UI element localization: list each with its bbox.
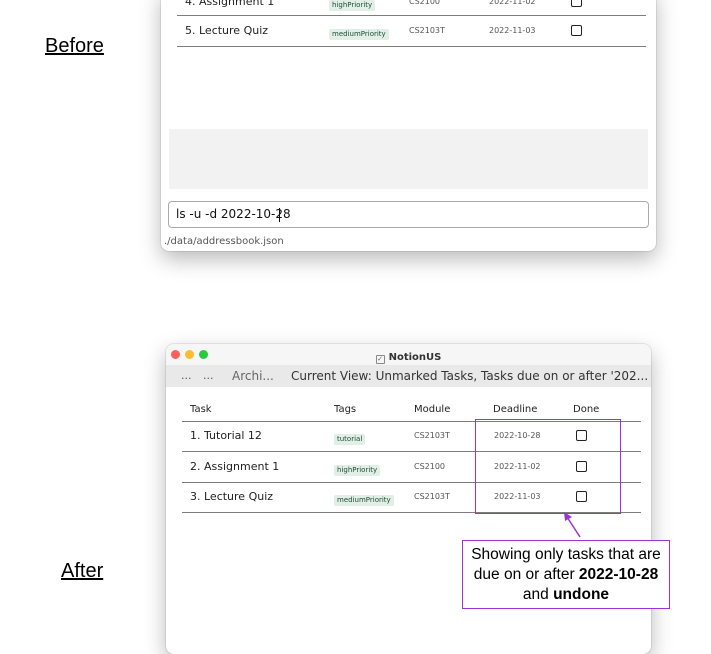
- done-checkbox[interactable]: [571, 0, 582, 7]
- table-row[interactable]: 5. Lecture Quiz mediumPriority CS2103T 2…: [177, 16, 646, 47]
- annotation-status: undone: [553, 586, 610, 603]
- tag-badge: tutorial: [334, 434, 366, 445]
- header-tags: Tags: [334, 404, 357, 415]
- module-code: CS2103T: [414, 492, 450, 501]
- menu-item-archive[interactable]: Archi...: [232, 365, 274, 387]
- menu-item-2[interactable]: ...: [203, 365, 214, 387]
- module-code: CS2103T: [414, 431, 450, 440]
- tag-cell: mediumPriority: [329, 25, 389, 40]
- current-view-label: Current View: Unmarked Tasks, Tasks due …: [291, 369, 649, 383]
- annotation-date: 2022-10-28: [578, 566, 659, 583]
- highlight-box: [475, 419, 621, 514]
- deadline-date: 2022-11-02: [489, 0, 536, 6]
- tag-badge: highPriority: [329, 0, 376, 11]
- task-name: 2. Assignment 1: [190, 460, 280, 473]
- module-code: CS2100: [414, 462, 446, 471]
- tag-badge: highPriority: [334, 465, 381, 476]
- tag-cell: mediumPriority: [334, 491, 394, 506]
- tag-cell: highPriority: [334, 461, 381, 476]
- done-cell: [571, 0, 582, 7]
- done-checkbox[interactable]: [571, 25, 582, 36]
- header-deadline: Deadline: [493, 404, 538, 415]
- annotation-text: and: [522, 586, 554, 603]
- header-module: Module: [414, 404, 451, 415]
- tag-cell: highPriority: [329, 0, 376, 11]
- header-task: Task: [190, 404, 212, 415]
- menu-bar: ... ... Archi... Current View: Unmarked …: [166, 365, 651, 387]
- command-input[interactable]: ls -u -d 2022-10-28: [168, 201, 649, 228]
- task-name: 4. Assignment 1: [185, 0, 275, 8]
- task-name: 1. Tutorial 12: [190, 429, 262, 442]
- tag-cell: tutorial: [334, 430, 366, 445]
- done-cell: [571, 25, 582, 36]
- text-cursor: [279, 208, 280, 222]
- task-name: 5. Lecture Quiz: [185, 24, 269, 37]
- annotation-line-3: and undone: [463, 585, 669, 605]
- task-name: 3. Lecture Quiz: [190, 490, 274, 503]
- module-code: CS2100: [409, 0, 441, 6]
- before-label: Before: [45, 35, 104, 57]
- command-text: ls -u -d 2022-10-28: [176, 207, 291, 221]
- title-bar: ✓ NotionUS: [166, 344, 651, 365]
- app-icon: ✓: [375, 355, 385, 364]
- status-bar-path: ./data/addressbook.json: [164, 236, 284, 247]
- window-title: NotionUS: [388, 352, 442, 363]
- result-display: [169, 129, 648, 189]
- tag-badge: mediumPriority: [334, 495, 394, 506]
- menu-item-1[interactable]: ...: [181, 365, 192, 387]
- deadline-date: 2022-11-03: [489, 26, 536, 35]
- header-done: Done: [573, 404, 600, 415]
- annotation-callout: Showing only tasks that are due on or af…: [462, 540, 670, 609]
- annotation-text: due on or after: [473, 566, 579, 583]
- module-code: CS2103T: [409, 26, 445, 35]
- tag-badge: mediumPriority: [329, 29, 389, 40]
- annotation-line-2: due on or after 2022-10-28: [463, 565, 669, 585]
- table-row[interactable]: 4. Assignment 1 highPriority CS2100 2022…: [177, 0, 646, 16]
- annotation-line-1: Showing only tasks that are: [471, 546, 661, 563]
- before-window: 4. Assignment 1 highPriority CS2100 2022…: [161, 0, 656, 251]
- after-label: After: [61, 560, 104, 582]
